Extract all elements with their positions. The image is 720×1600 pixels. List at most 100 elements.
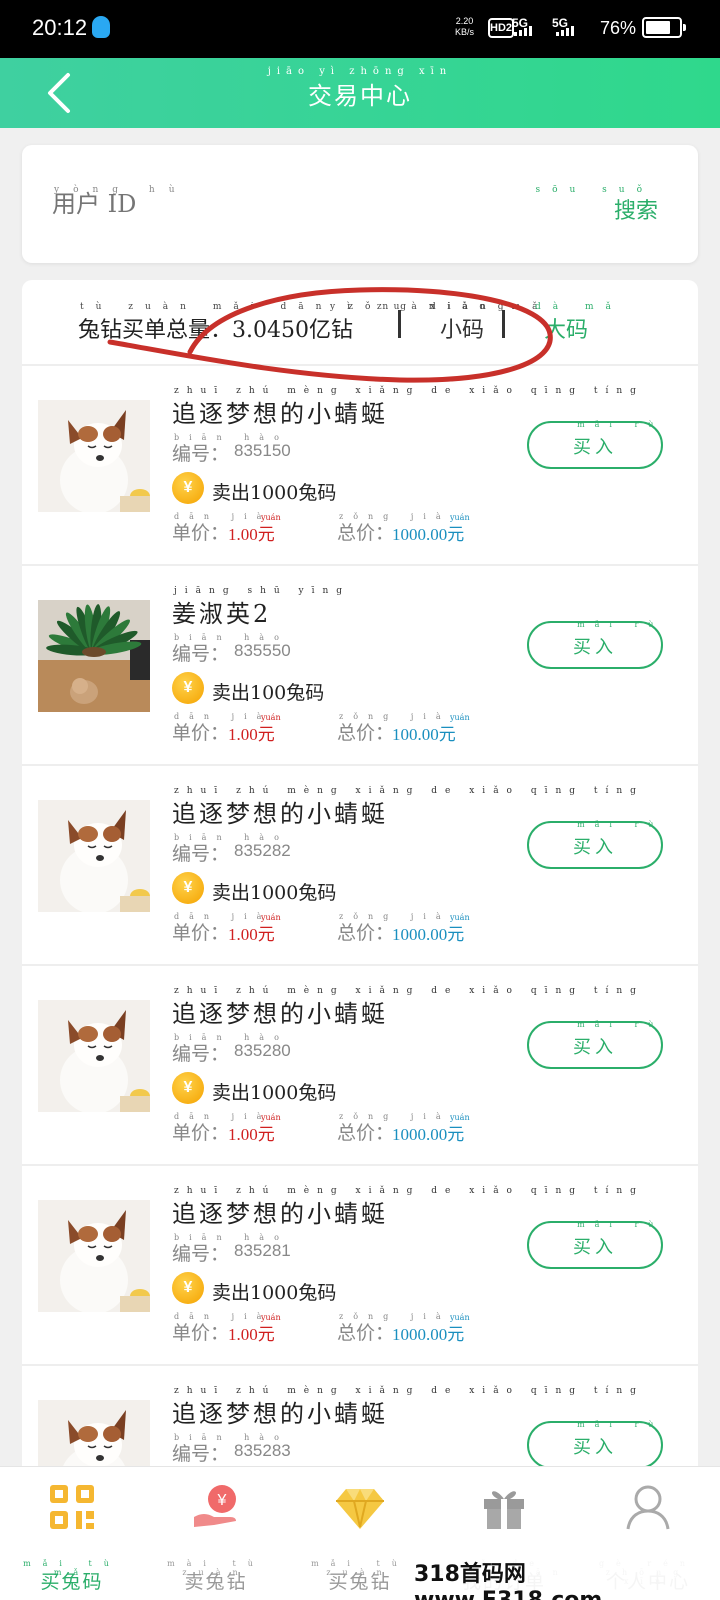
seller-name: 姜淑英2 (172, 600, 272, 628)
seller-avatar (38, 1000, 150, 1112)
coin-icon: ¥ (172, 1072, 204, 1104)
order-code: 835281 (234, 1241, 291, 1260)
buy-button[interactable]: 买入 (527, 821, 663, 869)
unit-price-yuan-pinyin: yuán (261, 913, 281, 922)
nav-label: 卖兔钻 (184, 1571, 248, 1593)
order-item: jiāng shū yīng 姜淑英2 biān hào 编号： 835550 ¥ 卖出10… (22, 566, 698, 766)
code-label: 编号： (172, 1043, 230, 1065)
search-card: yòng hù sōu suǒ 搜索 (22, 145, 698, 263)
total-price: 1000.00元 (392, 525, 465, 544)
app-header: jiāo yì zhōng xīn 交易中心 (0, 58, 720, 128)
nav-label: 买兔码 (40, 1571, 104, 1593)
unit-price-label: 单价： (172, 722, 230, 744)
code-label: 编号： (172, 443, 230, 465)
order-item: zhuī zhú mèng xiǎng de xiǎo qīng tíng 追逐梦… (22, 1166, 698, 1366)
buy-button[interactable]: 买入 (527, 1421, 663, 1469)
unit-price-yuan-pinyin: yuán (261, 1313, 281, 1322)
total-price-label: 总价： (337, 1322, 395, 1344)
order-item: zhuī zhú mèng xiǎng de xiǎo qīng tíng 追逐梦… (22, 966, 698, 1166)
total-price: 1000.00元 (392, 1325, 465, 1344)
total-price-label: 总价： (337, 1122, 395, 1144)
unit-price-label: 单价： (172, 922, 230, 944)
buy-button[interactable]: 买入 (527, 421, 663, 469)
coin-icon: ¥ (172, 872, 204, 904)
unit-price: 1.00元 (228, 725, 275, 744)
unit-price-label: 单价： (172, 1322, 230, 1344)
unit-price-yuan-pinyin: yuán (261, 513, 281, 522)
unit-price-yuan-pinyin: yuán (261, 713, 281, 722)
status-time: 20:12 (32, 15, 88, 40)
total-price: 100.00元 (392, 725, 456, 744)
buy-button[interactable]: 买入 (527, 621, 663, 669)
small-pinyin: xiǎo mǎ (430, 302, 550, 312)
seller-avatar (38, 600, 150, 712)
coin-icon: ¥ (172, 672, 204, 704)
qr-code-icon (46, 1481, 98, 1533)
signal-bars-icon (514, 26, 532, 36)
seller-name: 追逐梦想的小蜻蜓 (172, 800, 388, 828)
big-code-filter[interactable]: 大码 (544, 312, 588, 344)
search-button[interactable]: 搜索 (614, 193, 658, 225)
order-code: 835550 (234, 641, 291, 660)
sell-amount: 卖出1000兔码 (212, 882, 337, 904)
coin-icon: ¥ (172, 1272, 204, 1304)
seller-name: 追逐梦想的小蜻蜓 (172, 1000, 388, 1028)
divider (398, 310, 401, 338)
unit-price: 1.00元 (228, 1125, 275, 1144)
page-title: 交易中心 (308, 82, 412, 110)
seller-name: 追逐梦想的小蜻蜓 (172, 400, 388, 428)
buy-order-total: 兔钻买单总量：3.0450亿钻 (78, 318, 353, 343)
total-price-label: 总价： (337, 522, 395, 544)
code-label: 编号： (172, 643, 230, 665)
watermark-text: 318首码网 www.E318.com (410, 1556, 720, 1600)
buy-button[interactable]: 买入 (527, 1221, 663, 1269)
total-price-label: 总价： (337, 922, 395, 944)
user-icon (622, 1481, 674, 1533)
gift-icon (478, 1481, 530, 1533)
order-code: 835282 (234, 841, 291, 860)
big-pinyin: dà mǎ (535, 302, 623, 312)
unit-price: 1.00元 (228, 925, 275, 944)
total-price-yuan-pinyin: yuán (450, 713, 470, 722)
seller-avatar (38, 1200, 150, 1312)
total-price-yuan-pinyin: yuán (450, 513, 470, 522)
unit-price-yuan-pinyin: yuán (261, 1113, 281, 1122)
nav-item-1[interactable]: ¥ mài tù zuàn 卖兔钻 (144, 1467, 288, 1600)
code-label: 编号： (172, 1443, 230, 1465)
small-code-filter[interactable]: 小码 (440, 312, 484, 344)
seller-avatar (38, 400, 150, 512)
sell-amount: 卖出1000兔码 (212, 482, 337, 504)
user-id-search-input[interactable] (52, 190, 552, 218)
total-price-yuan-pinyin: yuán (450, 1113, 470, 1122)
money-hand-icon: ¥ (190, 1481, 242, 1533)
network-speed: 2.20 KB/s (455, 16, 475, 37)
diamond-icon (334, 1481, 386, 1533)
seller-name: 追逐梦想的小蜻蜓 (172, 1200, 388, 1228)
order-list-card: tù zuàn mǎi dān zǒng liàng yì zuàn 兔钻买单总… (22, 280, 698, 1500)
svg-text:¥: ¥ (217, 1492, 227, 1509)
sell-amount: 卖出1000兔码 (212, 1282, 337, 1304)
sell-amount: 卖出100兔码 (212, 682, 325, 704)
unit-price-label: 单价： (172, 1122, 230, 1144)
summary-bar: tù zuàn mǎi dān zǒng liàng yì zuàn 兔钻买单总… (22, 280, 698, 366)
nav-item-0[interactable]: mǎi tù mǎ 买兔码 (0, 1467, 144, 1600)
total-price-yuan-pinyin: yuán (450, 913, 470, 922)
order-code: 835280 (234, 1041, 291, 1060)
total-price: 1000.00元 (392, 925, 465, 944)
sell-amount: 卖出1000兔码 (212, 1082, 337, 1104)
order-code: 835283 (234, 1441, 291, 1460)
order-code: 835150 (234, 441, 291, 460)
hd-voice-icon: HD2 (488, 18, 514, 38)
buy-button[interactable]: 买入 (527, 1021, 663, 1069)
code-label: 编号： (172, 843, 230, 865)
battery-icon (642, 17, 686, 38)
order-item: zhuī zhú mèng xiǎng de xiǎo qīng tíng 追逐梦… (22, 766, 698, 966)
signal-bars-icon (556, 26, 574, 36)
unit-price: 1.00元 (228, 525, 275, 544)
divider (502, 310, 505, 338)
seller-avatar (38, 800, 150, 912)
battery-percent: 76% (600, 18, 637, 38)
status-bar: 20:12 2.20 KB/s HD2 5G 5G 76% (0, 0, 720, 58)
total-price-yuan-pinyin: yuán (450, 1313, 470, 1322)
code-label: 编号： (172, 1243, 230, 1265)
